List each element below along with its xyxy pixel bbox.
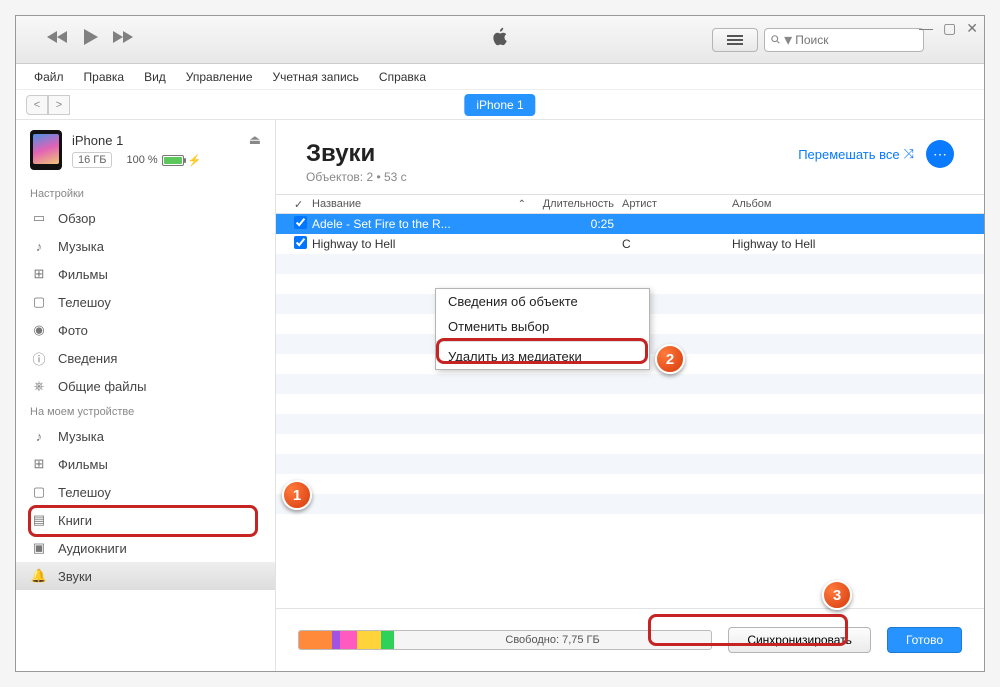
- prev-button[interactable]: [46, 29, 68, 50]
- next-button[interactable]: [112, 29, 134, 50]
- camera-icon: ◉: [30, 321, 48, 339]
- tv-icon: ▢: [30, 483, 48, 501]
- annotation-badge-3: 3: [822, 580, 852, 610]
- sidebar-item-photos[interactable]: ◉Фото: [16, 316, 275, 344]
- battery-icon: [162, 155, 184, 166]
- menu-bar: Файл Правка Вид Управление Учетная запис…: [16, 64, 984, 90]
- sidebar-item-dev-tones[interactable]: 🔔Звуки: [16, 562, 275, 590]
- titlebar: ▾ — ▢ ✕: [16, 16, 984, 64]
- free-space-label: Свободно: 7,75 ГБ: [505, 634, 599, 646]
- summary-icon: ▭: [30, 209, 48, 227]
- movies-icon: ⊞: [30, 455, 48, 473]
- device-tab[interactable]: iPhone 1: [464, 94, 535, 116]
- play-button[interactable]: [82, 28, 98, 51]
- sidebar-item-info[interactable]: ⓘСведения: [16, 344, 275, 372]
- apple-logo-icon: [490, 25, 510, 54]
- books-icon: ▤: [30, 511, 48, 529]
- context-menu: Сведения об объекте Отменить выбор Удали…: [435, 288, 650, 370]
- shuffle-all-button[interactable]: Перемешать все ⤨: [798, 146, 914, 162]
- minimize-button[interactable]: —: [919, 20, 933, 37]
- close-button[interactable]: ✕: [966, 20, 978, 37]
- page-subtitle: Объектов: 2 • 53 с: [306, 170, 407, 184]
- search-field[interactable]: ▾: [764, 28, 924, 52]
- bell-icon: 🔔: [30, 567, 48, 585]
- column-check[interactable]: ✓: [294, 198, 312, 211]
- sync-button[interactable]: Синхронизировать: [728, 627, 871, 653]
- info-icon: ⓘ: [30, 349, 48, 367]
- shuffle-icon: ⤨: [904, 146, 914, 162]
- music-icon: ♪: [30, 237, 48, 255]
- annotation-badge-1: 1: [282, 480, 312, 510]
- device-capacity: 16 ГБ: [72, 152, 112, 168]
- sidebar-item-dev-tvshows[interactable]: ▢Телешоу: [16, 478, 275, 506]
- sidebar: iPhone 1 ⏏ 16 ГБ 100 % ⚡ Настройки ▭Обзо…: [16, 120, 276, 671]
- sidebar-item-music[interactable]: ♪Музыка: [16, 232, 275, 260]
- storage-bar: Свободно: 7,75 ГБ: [298, 630, 712, 650]
- device-name: iPhone 1: [72, 133, 123, 148]
- sub-toolbar: < > iPhone 1: [16, 90, 984, 120]
- sidebar-item-dev-books[interactable]: ▤Книги: [16, 506, 275, 534]
- menu-controls[interactable]: Управление: [178, 66, 261, 88]
- context-item-deselect[interactable]: Отменить выбор: [436, 314, 649, 339]
- music-icon: ♪: [30, 427, 48, 445]
- table-header: ✓ Название⌃ Длительность Артист Альбом: [276, 194, 984, 214]
- nav-back-button[interactable]: <: [26, 95, 48, 115]
- sidebar-item-dev-movies[interactable]: ⊞Фильмы: [16, 450, 275, 478]
- sidebar-heading-settings: Настройки: [16, 182, 275, 204]
- sidebar-item-tvshows[interactable]: ▢Телешоу: [16, 288, 275, 316]
- tv-icon: ▢: [30, 293, 48, 311]
- sidebar-heading-ondevice: На моем устройстве: [16, 400, 275, 422]
- table-row[interactable]: Highway to Hell C Highway to Hell: [276, 234, 984, 254]
- sidebar-item-summary[interactable]: ▭Обзор: [16, 204, 275, 232]
- table-row[interactable]: Adele - Set Fire to the R... 0:25: [276, 214, 984, 234]
- sidebar-item-shared[interactable]: ⎈Общие файлы: [16, 372, 275, 400]
- row-checkbox[interactable]: [294, 236, 307, 249]
- sidebar-item-movies[interactable]: ⊞Фильмы: [16, 260, 275, 288]
- device-info: iPhone 1 ⏏ 16 ГБ 100 % ⚡: [16, 120, 275, 182]
- movies-icon: ⊞: [30, 265, 48, 283]
- column-duration[interactable]: Длительность: [532, 198, 622, 210]
- sidebar-item-dev-audiobooks[interactable]: ▣Аудиокниги: [16, 534, 275, 562]
- footer-bar: Свободно: 7,75 ГБ Синхронизировать Готов…: [276, 608, 984, 671]
- menu-help[interactable]: Справка: [371, 66, 434, 88]
- menu-view[interactable]: Вид: [136, 66, 174, 88]
- content-area: Звуки Объектов: 2 • 53 с Перемешать все …: [276, 120, 984, 671]
- context-item-info[interactable]: Сведения об объекте: [436, 289, 649, 314]
- battery-percentage: 100 %: [126, 154, 157, 166]
- done-button[interactable]: Готово: [887, 627, 962, 653]
- annotation-badge-2: 2: [655, 344, 685, 374]
- more-options-button[interactable]: ⋯: [926, 140, 954, 168]
- table-body: Adele - Set Fire to the R... 0:25 Highwa…: [276, 214, 984, 608]
- row-checkbox[interactable]: [294, 216, 307, 229]
- menu-account[interactable]: Учетная запись: [265, 66, 367, 88]
- eject-button[interactable]: ⏏: [249, 132, 261, 148]
- nav-forward-button[interactable]: >: [48, 95, 70, 115]
- maximize-button[interactable]: ▢: [943, 20, 956, 37]
- device-thumbnail-icon: [30, 130, 62, 170]
- apps-icon: ⎈: [30, 377, 48, 395]
- search-input[interactable]: [795, 33, 917, 47]
- column-artist[interactable]: Артист: [622, 198, 732, 210]
- sidebar-item-dev-music[interactable]: ♪Музыка: [16, 422, 275, 450]
- audiobooks-icon: ▣: [30, 539, 48, 557]
- list-view-button[interactable]: [712, 28, 758, 52]
- column-name[interactable]: Название⌃: [312, 198, 532, 210]
- menu-edit[interactable]: Правка: [76, 66, 133, 88]
- column-album[interactable]: Альбом: [732, 198, 984, 210]
- menu-file[interactable]: Файл: [26, 66, 72, 88]
- page-title: Звуки: [306, 140, 407, 168]
- context-item-delete[interactable]: Удалить из медиатеки: [436, 344, 649, 369]
